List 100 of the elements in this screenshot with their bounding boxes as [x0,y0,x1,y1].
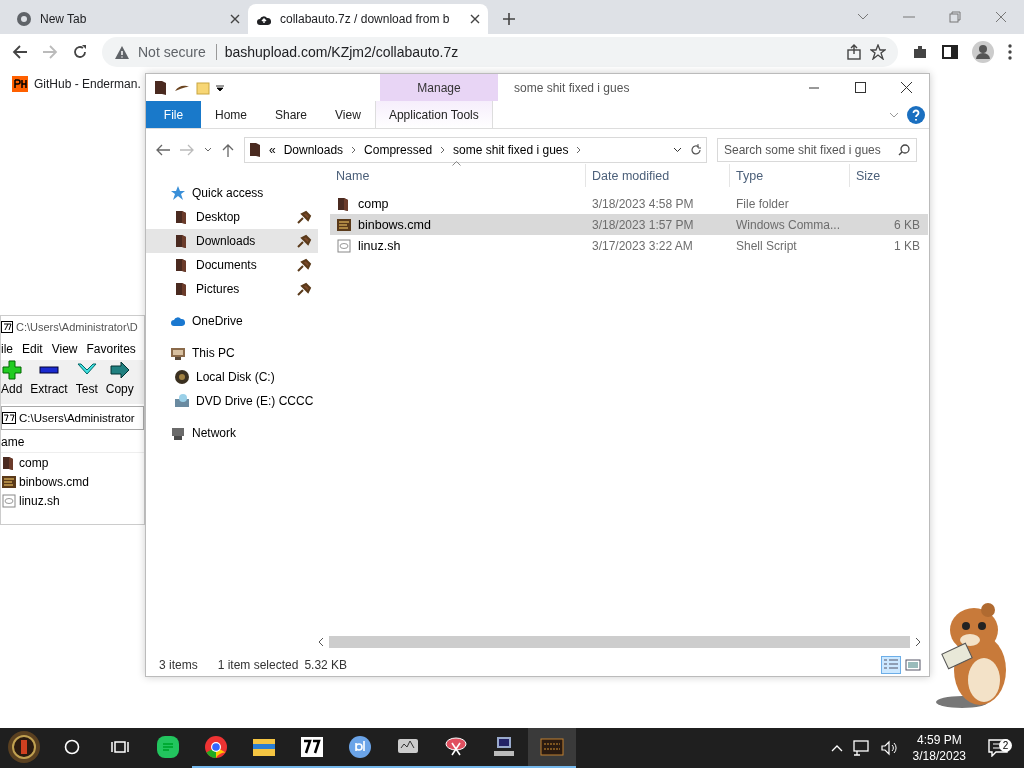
path-field[interactable]: C:\Users\Administrator [1,406,144,430]
horizontal-scrollbar[interactable] [318,633,921,650]
maximize-icon[interactable] [854,82,866,93]
profile-icon[interactable] [972,41,994,63]
menu-item[interactable]: Edit [22,342,43,356]
file-row[interactable]: binbows.cmd 3/18/2023 1:57 PM Windows Comma... 6 KB [330,214,928,235]
share-icon[interactable] [846,44,862,60]
file-row[interactable]: comp 3/18/2023 4:58 PM File folder [330,193,928,214]
url-text: bashupload.com/KZjm2/collabauto.7z [224,44,459,60]
qb-app-icon [348,735,372,759]
network-icon[interactable] [852,740,871,756]
ribbon-tab[interactable]: Share [261,101,322,128]
clock[interactable]: 4:59 PM 3/18/2023 [908,732,970,764]
browser-tab[interactable]: New Tab [8,4,248,34]
close-icon[interactable] [470,14,480,24]
column-header[interactable]: Size [850,164,926,187]
script-file-icon [1,473,17,490]
reload-icon[interactable] [72,44,88,60]
up-arrow-icon[interactable] [222,143,234,157]
taskbar-app-button[interactable] [528,728,576,768]
chevron-right-icon [576,146,582,154]
ribbon-tab[interactable]: View [321,101,375,128]
toolbar-button[interactable]: Add [1,360,23,404]
scroll-left-icon[interactable] [318,636,325,647]
column-header[interactable]: Name [330,164,586,187]
file-name[interactable]: binbows.cmd [19,474,90,489]
chevron-down-icon[interactable] [857,13,869,21]
breadcrumb-item[interactable]: some shit fixed i gues [453,143,569,157]
chevron-down-icon[interactable] [889,111,899,118]
help-icon[interactable] [907,105,925,124]
star-icon [170,185,186,201]
browser-tab[interactable]: collabauto.7z / download from b [248,4,488,34]
menu-icon[interactable] [1008,44,1012,60]
round-logo-icon [7,730,41,764]
bookmark-link[interactable]: GitHub - Enderman. [34,77,141,91]
breadcrumb-item[interactable]: Downloads [283,143,344,157]
column-header[interactable]: Date modified [586,164,730,187]
nav-item[interactable]: Downloads [146,229,318,253]
new-tab-icon[interactable] [502,12,516,26]
window-title: some shit fixed i gues [513,79,630,97]
close-icon[interactable] [230,14,240,24]
computer-icon [492,735,516,759]
toolbar-button[interactable]: Copy [105,360,134,404]
chevron-right-icon [440,146,446,154]
ribbon-tab[interactable]: Home [201,101,261,128]
file-menu-button[interactable]: File [146,101,201,128]
pin-icon[interactable] [296,282,312,296]
nav-item[interactable]: Network [146,421,318,445]
notification-count: 2 [999,739,1012,752]
nav-item[interactable]: OneDrive [146,309,318,333]
breadcrumb-item[interactable]: Compressed [364,143,433,157]
toolbar-button[interactable]: Test [75,360,98,404]
notifications-button[interactable]: 2 [980,739,1016,757]
task-view-icon [111,739,129,755]
address-bar[interactable]: « Downloads Compressed some shit fixed i gues [244,137,707,163]
dropdown-icon[interactable] [216,83,224,92]
toolbar-button[interactable]: Extract [30,360,68,404]
arrow-right-icon [109,360,130,380]
menu-item[interactable]: ile [1,342,13,356]
ribbon-tab[interactable]: Application Tools [374,101,493,128]
volume-icon[interactable] [880,740,899,756]
nav-item[interactable]: Documents [146,253,318,277]
file-row[interactable]: linuz.sh 3/17/2023 3:22 AM Shell Script 1 KB [330,235,928,256]
file-name[interactable]: linuz.sh [19,493,60,508]
search-icon[interactable] [898,144,910,156]
item-count: 3 items [159,658,198,672]
menu-item[interactable]: View [51,342,78,356]
column-header[interactable]: Type [730,164,850,187]
nav-item[interactable]: Desktop [146,205,318,229]
breadcrumb-overflow[interactable]: « [269,143,276,157]
pin-icon[interactable] [296,234,312,248]
nav-item[interactable]: Pictures [146,277,318,301]
nav-item[interactable]: Quick access [146,181,318,205]
column-header[interactable]: ame [1,435,25,449]
side-panel-icon[interactable] [942,44,958,60]
dropdown-icon[interactable] [673,147,682,153]
menu-item[interactable]: Favorites [86,342,136,356]
context-tab-header: Manage [380,74,498,101]
clock-app-icon [540,735,564,759]
thumbnails-view-button[interactable] [903,656,923,674]
scroll-right-icon[interactable] [914,636,921,647]
tab-title: collabauto.7z / download from b [280,12,451,26]
chevron-up-icon[interactable] [830,744,843,752]
pin-icon[interactable] [296,210,312,224]
star-icon[interactable] [870,44,886,60]
archive-app-icon [300,735,324,759]
close-icon[interactable] [900,82,912,93]
folder-icon[interactable] [154,79,168,96]
nav-item[interactable]: Local Disk (C:) [146,365,318,389]
search-field[interactable]: Search some shit fixed i gues [717,138,917,162]
back-icon[interactable] [12,44,28,60]
pin-icon[interactable] [296,258,312,272]
thumbnails-view-icon [905,658,921,672]
refresh-icon[interactable] [690,144,702,156]
file-name[interactable]: comp [19,455,49,470]
nav-item[interactable]: This PC [146,341,318,365]
nav-item[interactable]: DVD Drive (E:) CCCC [146,389,318,413]
back-icon[interactable] [156,144,170,156]
brush-icon[interactable] [174,83,190,92]
folder-icon [249,142,261,158]
